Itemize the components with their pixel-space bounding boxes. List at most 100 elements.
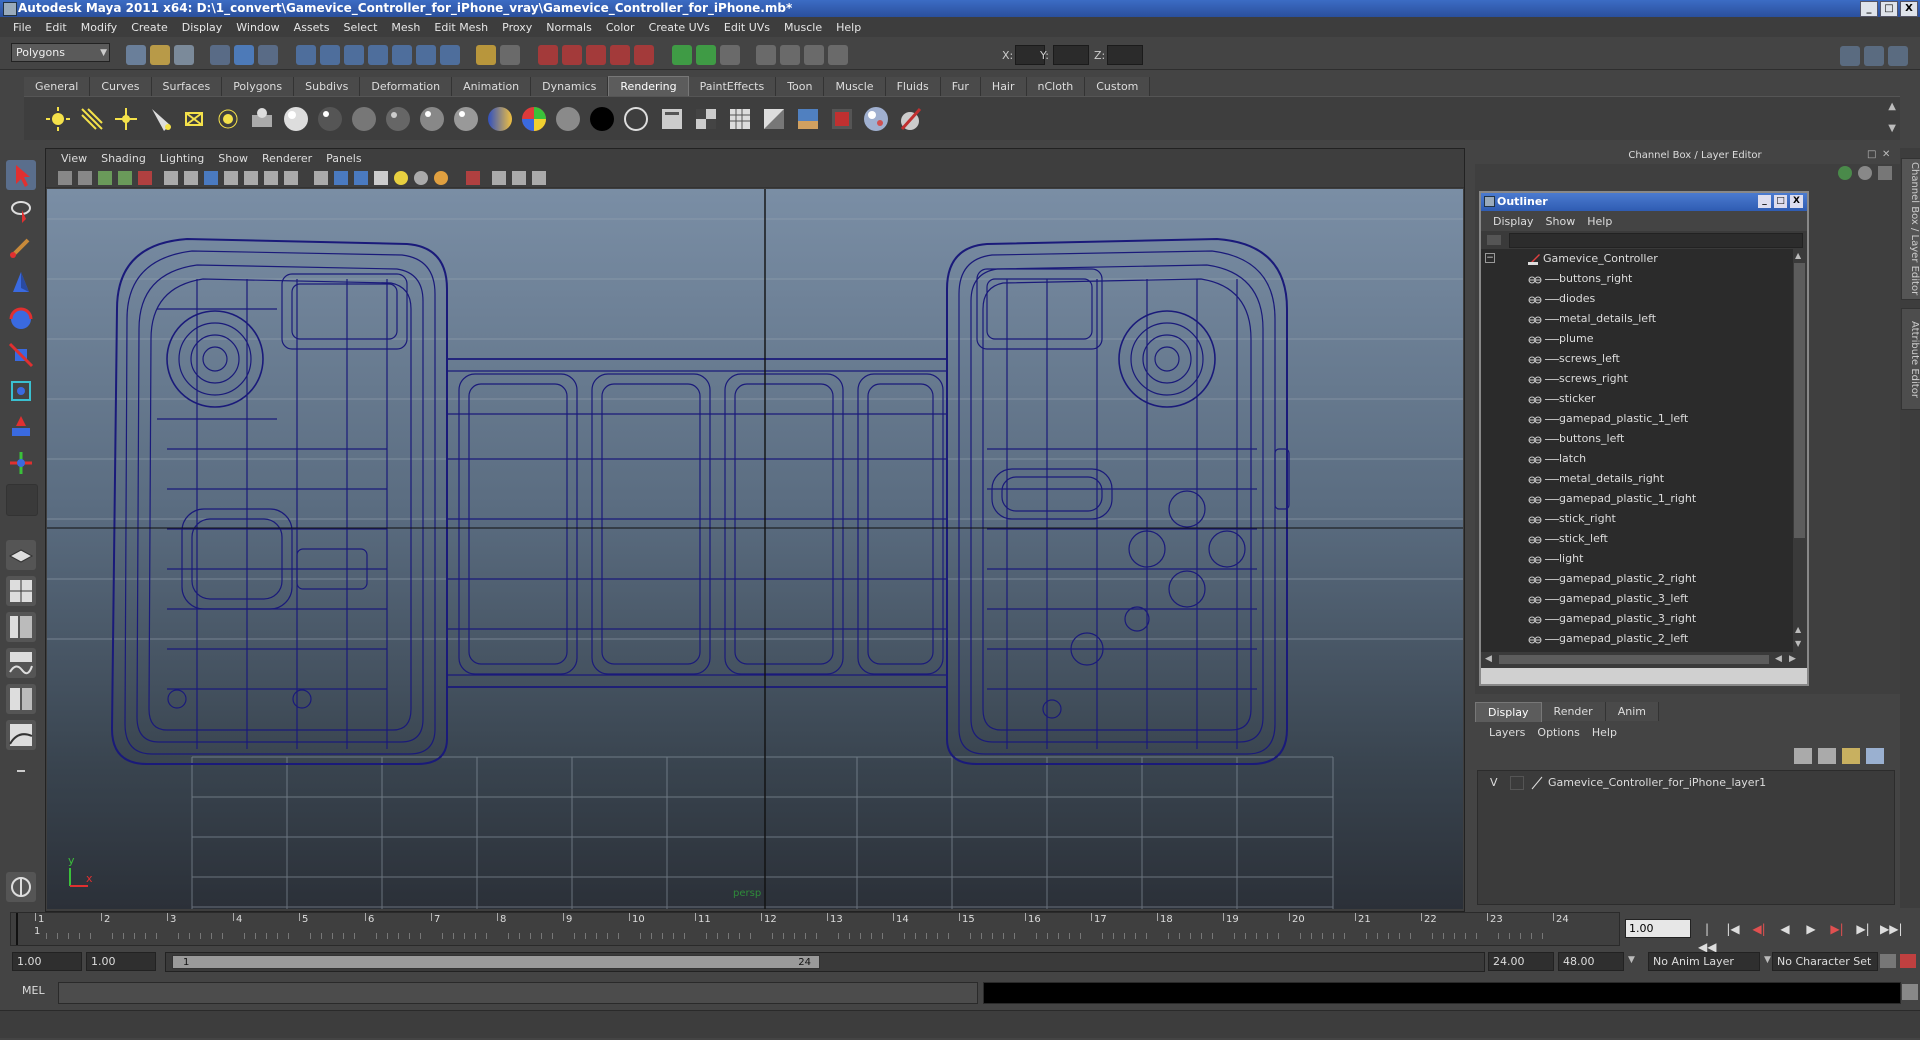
field-chart-icon[interactable]: [244, 171, 258, 185]
tab-general[interactable]: General: [24, 77, 91, 96]
current-time-marker[interactable]: [16, 913, 18, 945]
playback-start-field[interactable]: 1.00: [86, 952, 156, 971]
hypershade-persp-layout-icon[interactable]: [6, 684, 36, 714]
layer-color-swatch[interactable]: [1530, 776, 1544, 790]
outliner-item[interactable]: gamepad_plastic_3_left: [1481, 589, 1793, 609]
outliner-item[interactable]: gamepad_plastic_3_right: [1481, 609, 1793, 629]
anisotropic-material-icon[interactable]: [282, 105, 310, 133]
hardware-render-icon[interactable]: [434, 171, 448, 185]
area-light-icon[interactable]: [180, 105, 208, 133]
menu-edit-uvs[interactable]: Edit UVs: [717, 21, 777, 34]
scroll-down-arrow-icon[interactable]: ▲: [1795, 625, 1801, 634]
channel-box-toggle-icon[interactable]: [1864, 46, 1884, 66]
perspective-viewport[interactable]: [47, 189, 1463, 909]
tab-custom[interactable]: Custom: [1085, 77, 1151, 96]
outliner-menu-display[interactable]: Display: [1487, 215, 1540, 228]
channel-box-icon[interactable]: [804, 45, 824, 65]
render-globals-icon[interactable]: [248, 105, 276, 133]
go-to-start-button[interactable]: |◀◀: [1698, 920, 1716, 954]
tab-muscle[interactable]: Muscle: [824, 77, 886, 96]
paint-brush-icon[interactable]: [896, 105, 924, 133]
panel-menu-view[interactable]: View: [54, 152, 94, 165]
open-scene-icon[interactable]: [150, 45, 170, 65]
wireframe-icon[interactable]: [314, 171, 328, 185]
spot-light-icon[interactable]: [146, 105, 174, 133]
scroll-down-icon[interactable]: ▼: [1795, 639, 1801, 648]
minimize-button[interactable]: _: [1860, 1, 1878, 17]
command-language-label[interactable]: MEL: [22, 984, 45, 997]
attribute-editor-icon[interactable]: [756, 45, 776, 65]
safe-title-icon[interactable]: [284, 171, 298, 185]
graph-persp-layout-icon[interactable]: [6, 648, 36, 678]
outliner-item[interactable]: sticker: [1481, 389, 1793, 409]
close-button[interactable]: X: [1900, 1, 1918, 17]
menu-create-uvs[interactable]: Create UVs: [642, 21, 717, 34]
go-to-end-button[interactable]: ▶▶|: [1880, 920, 1903, 938]
step-back-frame-button[interactable]: ◀|: [1750, 920, 1768, 938]
outliner-item[interactable]: stick_left: [1481, 529, 1793, 549]
layout-toggle-icon[interactable]: [1840, 46, 1860, 66]
lambert-material-icon[interactable]: [350, 105, 378, 133]
last-tool-icon[interactable]: [6, 448, 36, 478]
toolbox-collapse-icon[interactable]: [6, 756, 36, 786]
step-forward-frame-button[interactable]: ▶|: [1828, 920, 1846, 938]
phong-e-material-icon[interactable]: [452, 105, 480, 133]
display-layer-icon[interactable]: [696, 45, 716, 65]
select-object-icon[interactable]: [234, 45, 254, 65]
tab-ncloth[interactable]: nCloth: [1026, 77, 1086, 96]
tab-subdivs[interactable]: Subdivs: [294, 77, 361, 96]
menu-set-selector[interactable]: Polygons ▼: [11, 43, 110, 62]
menu-assets[interactable]: Assets: [287, 21, 337, 34]
layer-type-toggle[interactable]: [1510, 776, 1524, 790]
menu-edit[interactable]: Edit: [38, 21, 73, 34]
color-wheel-icon[interactable]: [520, 105, 548, 133]
select-camera-icon[interactable]: [58, 171, 72, 185]
outliner-item[interactable]: plume: [1481, 329, 1793, 349]
layer-options-icon[interactable]: [1866, 748, 1884, 764]
tab-surfaces[interactable]: Surfaces: [151, 77, 223, 96]
ipr-render-icon[interactable]: [562, 45, 582, 65]
menu-window[interactable]: Window: [229, 21, 286, 34]
render-settings-icon[interactable]: [586, 45, 606, 65]
outliner-item[interactable]: buttons_left: [1481, 429, 1793, 449]
outliner-root-row[interactable]: − Gamevice_Controller: [1481, 249, 1793, 269]
paint-select-tool-icon[interactable]: [6, 232, 36, 262]
outliner-item[interactable]: diodes: [1481, 289, 1793, 309]
tab-curves[interactable]: Curves: [90, 77, 152, 96]
empty-tool-slot[interactable]: [6, 484, 38, 516]
outliner-maximize-button[interactable]: □: [1774, 195, 1787, 208]
play-forwards-button[interactable]: ▶: [1802, 920, 1820, 938]
directional-light-icon[interactable]: [78, 105, 106, 133]
layer-menu-options[interactable]: Options: [1531, 726, 1585, 739]
input-output-icon[interactable]: [500, 45, 520, 65]
render-current-frame-icon[interactable]: [538, 45, 558, 65]
outliner-menu-help[interactable]: Help: [1581, 215, 1618, 228]
move-tool-icon[interactable]: [6, 268, 36, 298]
checker-texture-icon[interactable]: [692, 105, 720, 133]
panel-menu-shading[interactable]: Shading: [94, 152, 153, 165]
outliner-item[interactable]: light: [1481, 549, 1793, 569]
channel-lock-icon[interactable]: [1858, 166, 1872, 180]
snap-grid-icon[interactable]: [296, 45, 316, 65]
snap-plane-icon[interactable]: [368, 45, 388, 65]
shading-map-icon[interactable]: [622, 105, 650, 133]
panel-menu-lighting[interactable]: Lighting: [153, 152, 211, 165]
tab-fur[interactable]: Fur: [940, 77, 981, 96]
outliner-persp-layout-icon[interactable]: [6, 612, 36, 642]
tab-fluids[interactable]: Fluids: [885, 77, 941, 96]
menu-create[interactable]: Create: [124, 21, 175, 34]
ramp-texture-icon[interactable]: [760, 105, 788, 133]
layer-row[interactable]: V Gamevice_Controller_for_iPhone_layer1: [1478, 773, 1894, 793]
tab-anim-layers[interactable]: Anim: [1605, 702, 1659, 721]
point-light-icon[interactable]: [112, 105, 140, 133]
backface-icon[interactable]: [532, 171, 546, 185]
construction-history-icon[interactable]: [476, 45, 496, 65]
clipboard-icon[interactable]: [720, 45, 740, 65]
tab-hair[interactable]: Hair: [980, 77, 1027, 96]
layer-menu-layers[interactable]: Layers: [1483, 726, 1531, 739]
z-coord-field[interactable]: [1107, 45, 1143, 65]
persp-graph-layout-icon[interactable]: [6, 720, 36, 750]
outliner-item[interactable]: metal_details_right: [1481, 469, 1793, 489]
outliner-item[interactable]: metal_details_left: [1481, 309, 1793, 329]
current-frame-field[interactable]: 1.00: [1625, 919, 1691, 938]
